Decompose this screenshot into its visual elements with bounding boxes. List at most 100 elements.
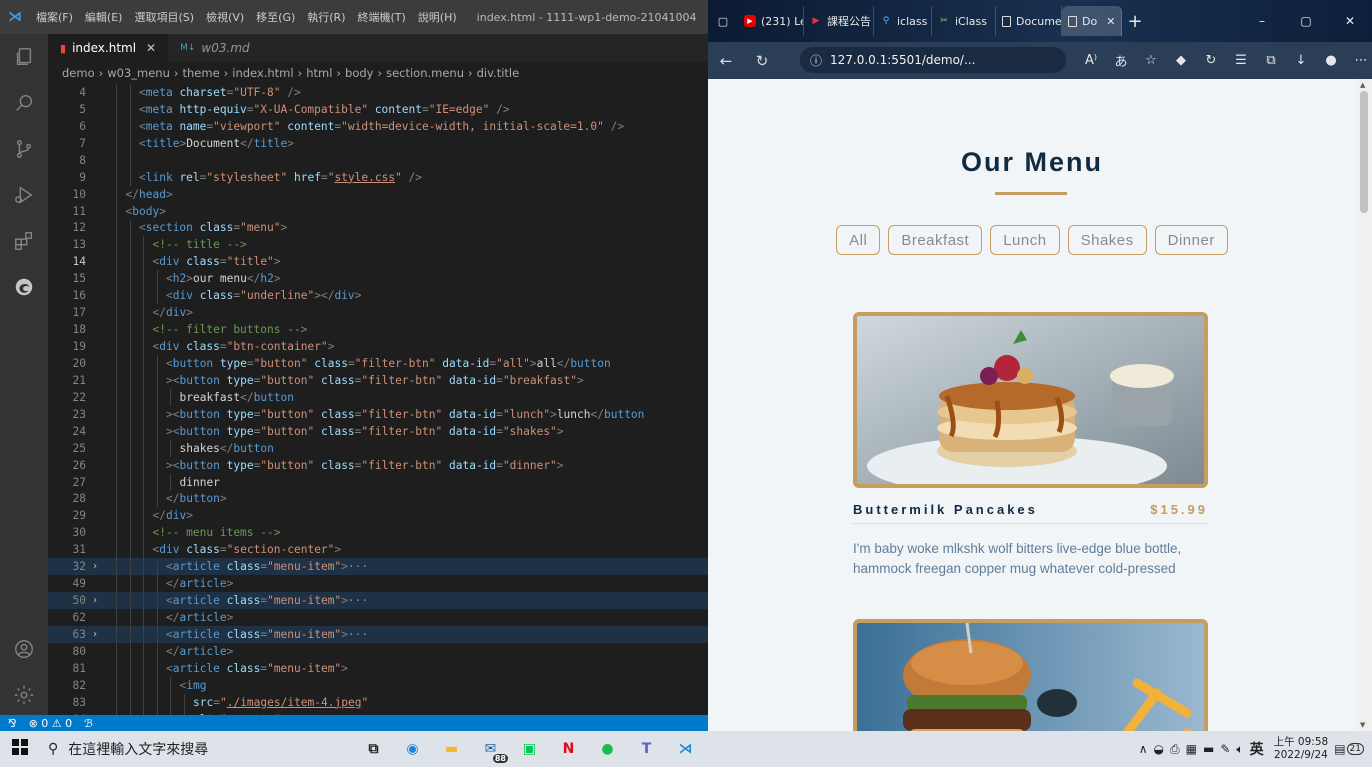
windows-start-icon[interactable] [0,739,40,759]
filter-button-shakes[interactable]: Shakes [1067,225,1147,255]
code-line[interactable]: 18 <!-- filter buttons --> [48,321,708,339]
code-line[interactable]: 25 shakes</button [48,439,708,457]
source-control-icon[interactable] [0,126,48,172]
spotify-app-icon[interactable]: ● [588,731,627,767]
address-bar[interactable]: ⓘ 127.0.0.1:5501/demo/... [800,47,1066,73]
more-options-icon[interactable]: ⋯ [1346,53,1372,68]
code-line[interactable]: 50 › <article class="menu-item">··· [48,592,708,610]
collections-icon[interactable]: ⧉ [1256,53,1286,68]
code-line[interactable]: 7 <title>Document</title> [48,134,708,152]
code-line[interactable]: 62 </article> [48,609,708,626]
menu-help[interactable]: 說明(H) [412,9,463,25]
pen-icon[interactable]: ✎ [1220,742,1230,756]
code-line[interactable]: 49 </article> [48,575,708,593]
code-line[interactable]: 27 dinner [48,473,708,491]
code-line[interactable]: 21 ><button type="button" class="filter-b… [48,371,708,389]
menu-run[interactable]: 執行(R) [301,9,351,25]
new-tab-button[interactable]: + [1122,11,1148,32]
search-icon[interactable] [0,80,48,126]
code-line[interactable]: 6 <meta name="viewport" content="width=de… [48,117,708,135]
live-share-icon[interactable]: ℬ [84,717,93,730]
close-icon[interactable]: ✕ [146,41,156,55]
translate-icon[interactable]: あ [1106,51,1136,70]
vscode-app-icon[interactable]: ⋊ [666,731,705,767]
menu-go[interactable]: 移至(G) [250,9,301,25]
ime-indicator[interactable]: 英 [1250,739,1264,759]
accounts-icon[interactable] [0,626,48,672]
teams-app-icon[interactable]: T [627,731,666,767]
code-line[interactable]: 32 › <article class="menu-item">··· [48,558,708,576]
downloads-icon[interactable]: ↓ [1286,53,1316,68]
extension-icon[interactable]: ◆ [1166,53,1196,68]
line-app-icon[interactable]: ▣ [510,731,549,767]
notification-center-icon[interactable]: ▤ 21 [1334,742,1364,756]
read-aloud-icon[interactable]: A⁾ [1076,53,1106,68]
code-line[interactable]: 80 </article> [48,642,708,660]
tab-index-html[interactable]: ▮ index.html ✕ [48,34,169,62]
refresh-button[interactable]: ↻ [744,52,780,70]
netflix-app-icon[interactable]: N [549,731,588,767]
filter-button-lunch[interactable]: Lunch [990,225,1060,255]
extensions-icon[interactable] [0,218,48,264]
code-line[interactable]: 81 <article class="menu-item"> [48,659,708,677]
settings-gear-icon[interactable] [0,672,48,718]
code-line[interactable]: 16 <div class="underline"></div> [48,287,708,305]
explorer-icon[interactable] [0,34,48,80]
filter-button-all[interactable]: All [836,225,881,255]
fold-chevron-icon[interactable]: › [92,629,112,640]
volume-icon[interactable]: 🔈︎ [1236,742,1243,757]
menu-view[interactable]: 檢視(V) [200,9,250,25]
back-button[interactable]: ← [708,52,744,70]
menu-file[interactable]: 檔案(F) [30,9,79,25]
fold-chevron-icon[interactable]: › [92,595,112,606]
file-explorer-icon[interactable]: ▬ [432,731,471,767]
favorite-star-icon[interactable]: ☆ [1136,53,1166,68]
code-line[interactable]: 9 <link rel="stylesheet" href="style.css"… [48,168,708,186]
menu-terminal[interactable]: 終端機(T) [352,9,412,25]
favorites-icon[interactable]: ☰ [1226,53,1256,68]
code-line[interactable]: 19 <div class="btn-container"> [48,338,708,355]
scrollbar-thumb[interactable] [1360,91,1368,213]
breadcrumb-item[interactable]: index.html [232,66,293,80]
taskbar-search-box[interactable]: ⚲ 在這裡輸入文字來搜尋 [40,731,340,767]
code-editor[interactable]: 4 <meta charset="UTF-8" /> 5 <meta http-equ… [48,84,708,715]
breadcrumb-item[interactable]: w03_menu [107,66,170,80]
mail-app-icon[interactable]: ✉ 88 [471,731,510,767]
code-line[interactable]: 13 <!-- title --> [48,236,708,254]
remote-icon[interactable]: ⅋ [8,717,17,730]
code-line[interactable]: 8 [48,151,708,169]
breadcrumb-item[interactable]: demo [62,66,95,80]
filter-button-breakfast[interactable]: Breakfast [888,225,983,255]
code-line[interactable]: 29 </div> [48,507,708,525]
code-line[interactable]: 12 <section class="menu"> [48,219,708,237]
code-line[interactable]: 14 <div class="title"> [48,253,708,271]
code-line[interactable]: 17 </div> [48,304,708,322]
run-debug-icon[interactable] [0,172,48,218]
tab-actions-icon[interactable]: ▢ [708,15,738,28]
breadcrumb-item[interactable]: section.menu [386,66,464,80]
code-line[interactable]: 28 </button> [48,490,708,508]
filter-button-dinner[interactable]: Dinner [1154,225,1228,255]
code-line[interactable]: 63 › <article class="menu-item">··· [48,626,708,643]
code-line[interactable]: 22 breakfast</button [48,388,708,406]
info-icon[interactable]: ⓘ [810,52,822,69]
browser-tab[interactable]: ▶ (231) Le [738,6,804,36]
breadcrumb-item[interactable]: div.title [477,66,520,80]
code-line[interactable]: 31 <div class="section-center"> [48,541,708,559]
page-scrollbar[interactable]: ▲ ▼ [1356,79,1372,731]
menu-edit[interactable]: 編輯(E) [79,9,129,25]
problems-indicator[interactable]: ⊗ 0 ⚠ 0 [29,717,73,730]
scroll-down-icon[interactable]: ▼ [1360,721,1365,729]
edge-app-icon[interactable]: ◉ [393,731,432,767]
tray-app-icon[interactable]: ◒ [1154,742,1164,756]
tray-network-icon[interactable]: ▦ [1186,742,1197,756]
browser-tab[interactable]: ✂ iClass [932,6,996,36]
task-view-icon[interactable]: ⧉ [354,731,393,767]
scroll-up-icon[interactable]: ▲ [1360,81,1365,89]
code-line[interactable]: 4 <meta charset="UTF-8" /> [48,84,708,101]
browser-tab[interactable]: Do ✕ [1062,6,1122,36]
breadcrumb-item[interactable]: html [306,66,332,80]
maximize-button[interactable]: ▢ [1284,14,1328,28]
code-line[interactable]: 15 <h2>our menu</h2> [48,270,708,288]
browser-tab[interactable]: ▶ 課程公告 [804,6,874,36]
